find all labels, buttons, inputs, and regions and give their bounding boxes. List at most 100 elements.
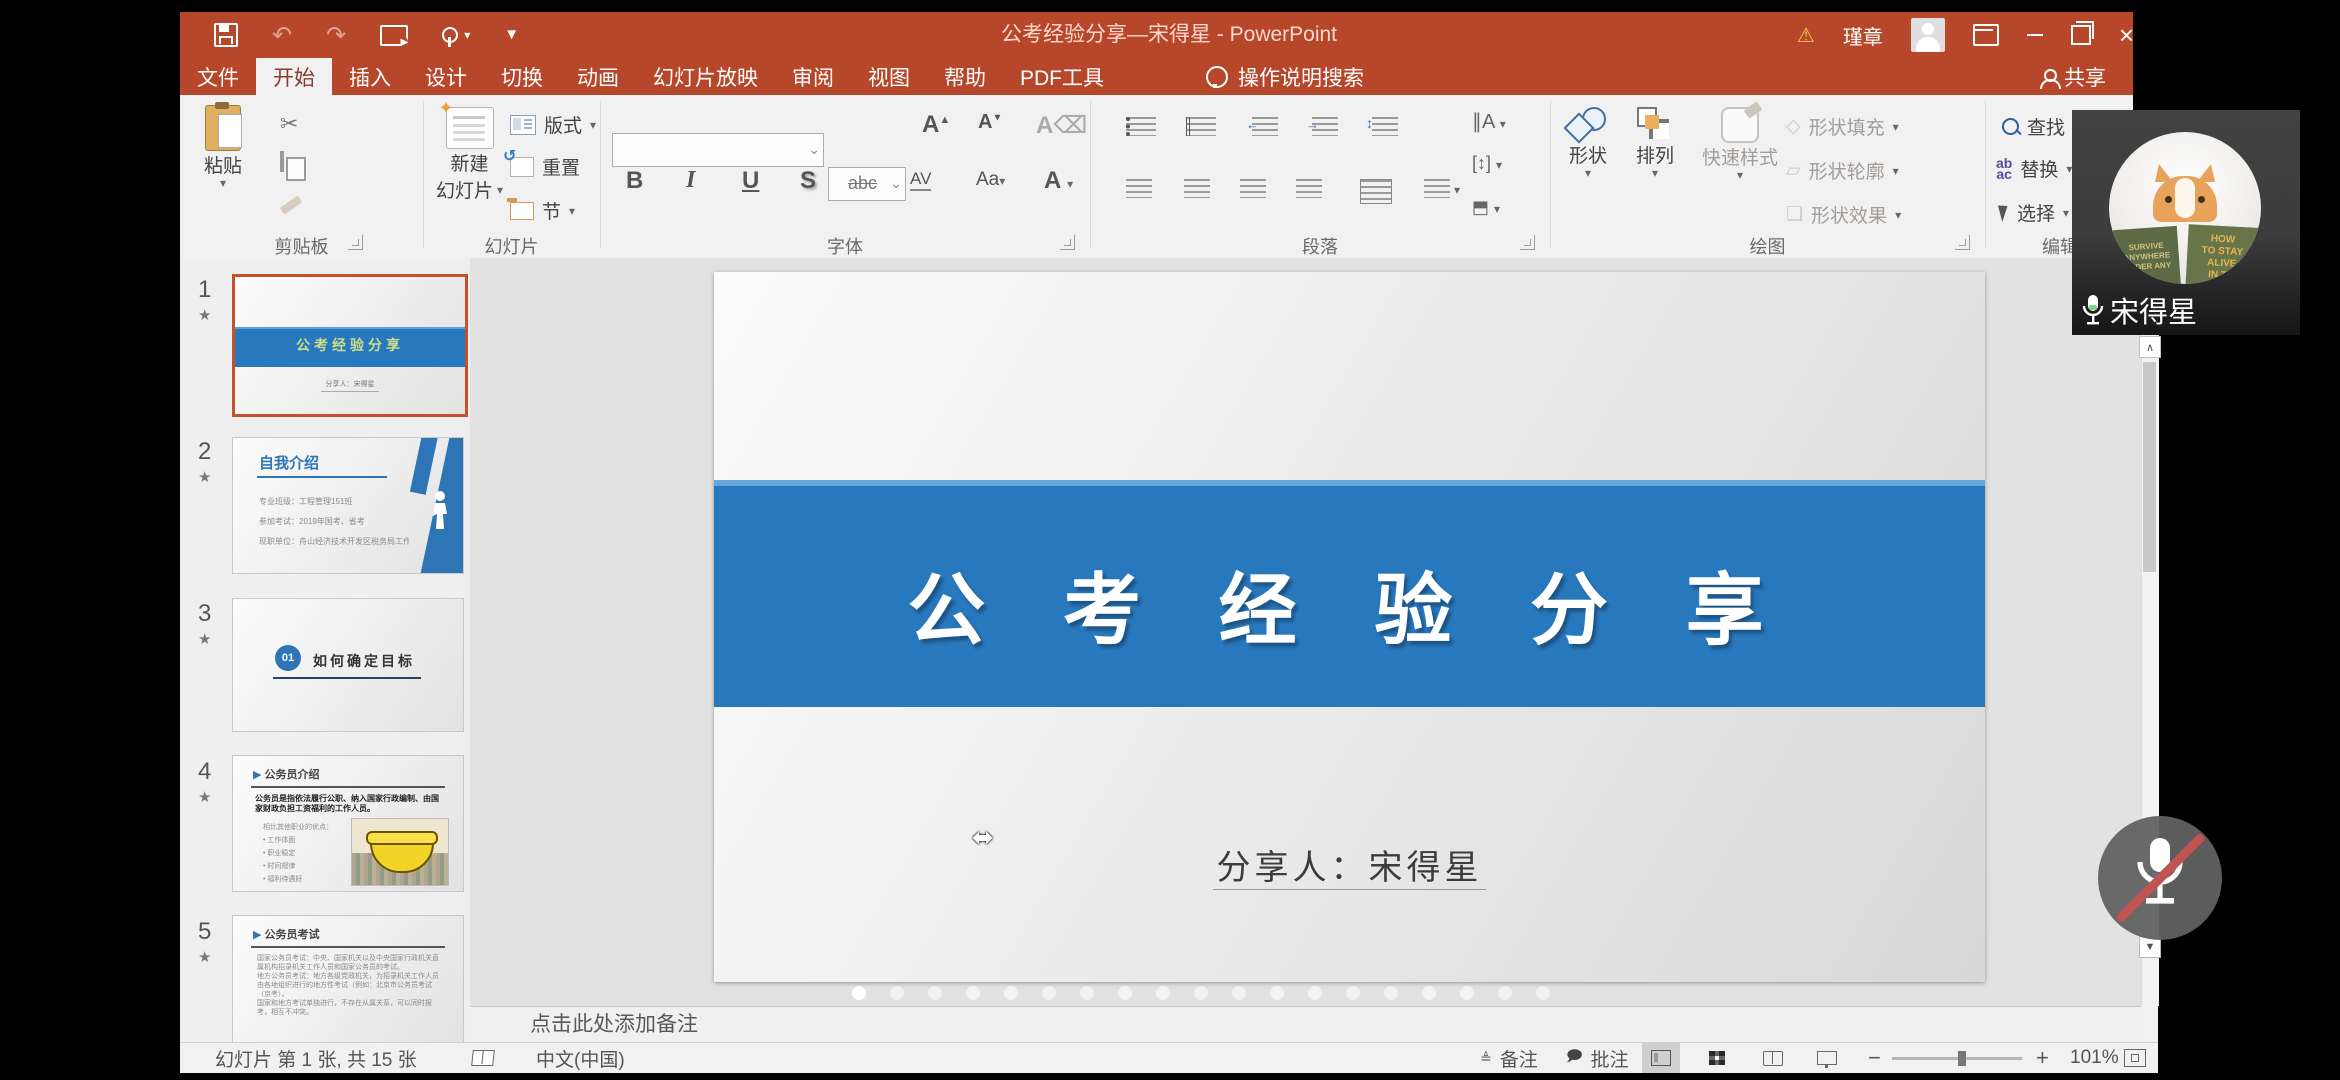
section-button[interactable]: 节▾ bbox=[510, 197, 575, 224]
numbering-icon[interactable] bbox=[1186, 117, 1216, 136]
tab-transitions[interactable]: 切换 bbox=[484, 58, 560, 95]
align-right-icon[interactable] bbox=[1240, 179, 1266, 198]
slide-thumbnail-5[interactable]: ▶ 公务员考试 国家公务员考试：中央、国家机关以及中央国家行政机关直属机构招录机… bbox=[232, 915, 464, 1042]
strikethrough-icon[interactable]: abc bbox=[848, 173, 877, 194]
text-direction-icon[interactable]: ∥A ▾ bbox=[1472, 109, 1506, 134]
align-left-icon[interactable] bbox=[1126, 179, 1152, 198]
grow-font-icon[interactable]: A▲ bbox=[922, 111, 950, 139]
font-name-caret-icon[interactable]: ⌄ bbox=[808, 141, 820, 158]
zoom-slider[interactable] bbox=[1892, 1043, 2022, 1073]
slide-title-text[interactable]: 公 考 经 验 分 享 bbox=[714, 548, 1985, 660]
ribbon-display-options-icon[interactable] bbox=[1973, 24, 1999, 46]
tab-pdf-tools[interactable]: PDF工具 bbox=[1003, 58, 1121, 95]
font-size-caret-icon[interactable]: ⌄ bbox=[890, 175, 902, 192]
bullets-icon[interactable] bbox=[1126, 117, 1156, 136]
slide-thumbnail-4[interactable]: ▶ 公务员介绍 公务员是指依法履行公职、纳入国家行政编制、由国家财政负担工资福利… bbox=[232, 755, 464, 892]
avatar[interactable] bbox=[1911, 18, 1945, 52]
slide-thumbnail-1[interactable]: 公考经验分享 分享人：宋得星 bbox=[232, 274, 468, 417]
tab-file[interactable]: 文件 bbox=[180, 58, 256, 95]
save-icon[interactable] bbox=[214, 23, 238, 47]
normal-view-button[interactable] bbox=[1642, 1043, 1680, 1073]
columns-icon[interactable] bbox=[1424, 179, 1450, 198]
slide-thumbnail-3[interactable]: 01 如何确定目标 bbox=[232, 598, 464, 732]
font-name-combobox[interactable]: ⌄ bbox=[612, 133, 824, 167]
tab-design[interactable]: 设计 bbox=[408, 58, 484, 95]
zoom-slider-thumb[interactable] bbox=[1958, 1051, 1966, 1066]
reset-button[interactable]: 重置 bbox=[510, 153, 580, 180]
slide-counter[interactable]: 幻灯片 第 1 张, 共 15 张 bbox=[215, 1043, 417, 1073]
slide-subtitle-text[interactable]: 分享人：宋得星 bbox=[714, 840, 1985, 889]
drawing-dialog-launcher-icon[interactable] bbox=[1955, 235, 1970, 250]
notes-toggle-button[interactable]: ≜备注 bbox=[1480, 1043, 1538, 1073]
replace-button[interactable]: abac替换▾ bbox=[1996, 155, 2072, 182]
touch-mode-button[interactable]: ▾ bbox=[442, 27, 470, 43]
paragraph-dialog-launcher-icon[interactable] bbox=[1520, 235, 1535, 250]
customize-qat-icon[interactable]: ▼ bbox=[504, 30, 519, 40]
tell-me-search[interactable]: 操作说明搜索 bbox=[1206, 58, 1364, 95]
tab-review[interactable]: 审阅 bbox=[775, 58, 851, 95]
underline-icon[interactable]: U bbox=[742, 167, 759, 195]
zoom-percentage[interactable]: 101% bbox=[2070, 1043, 2119, 1073]
tab-help[interactable]: 帮助 bbox=[927, 58, 1003, 95]
line-spacing-icon[interactable] bbox=[1372, 117, 1398, 136]
shape-fill-button[interactable]: ◇形状填充▾ bbox=[1786, 113, 1899, 140]
reading-view-button[interactable] bbox=[1754, 1043, 1792, 1073]
cut-icon[interactable]: ✂ bbox=[280, 111, 298, 137]
tab-animations[interactable]: 动画 bbox=[560, 58, 636, 95]
font-color-icon[interactable]: A ▾ bbox=[1044, 167, 1073, 195]
shrink-font-icon[interactable]: A▼ bbox=[978, 111, 1002, 134]
font-dialog-launcher-icon[interactable] bbox=[1060, 235, 1075, 250]
shape-effects-button[interactable]: ❏形状效果▾ bbox=[1786, 201, 1901, 228]
shapes-button[interactable]: 形状 ▾ bbox=[1568, 107, 1608, 178]
slide-thumbnail-2[interactable]: 自我介绍 专业班级：工程管理151班参加考试：2019年国考、省考现职单位：舟山… bbox=[232, 437, 464, 574]
select-button[interactable]: 选择▾ bbox=[2000, 199, 2069, 226]
fit-to-window-icon[interactable] bbox=[2124, 1043, 2146, 1073]
align-text-icon[interactable]: [↕] ▾ bbox=[1472, 153, 1502, 174]
meeting-camera-tile[interactable]: SURVIVEANYWHEREUNDER ANY HOWTO STAYALIVE… bbox=[2072, 110, 2300, 335]
shape-outline-button[interactable]: ▱形状轮廓▾ bbox=[1786, 157, 1899, 184]
share-button[interactable]: 共享 bbox=[2040, 58, 2106, 95]
copy-icon[interactable] bbox=[280, 151, 284, 172]
clipboard-dialog-launcher-icon[interactable] bbox=[348, 235, 363, 250]
zoom-out-icon[interactable]: − bbox=[1868, 1043, 1881, 1073]
warning-icon[interactable]: ⚠ bbox=[1797, 23, 1815, 48]
quick-styles-button[interactable]: 快速样式 ▾ bbox=[1702, 107, 1778, 180]
clear-formatting-icon[interactable]: A⌫ bbox=[1036, 111, 1087, 140]
format-painter-icon[interactable] bbox=[280, 195, 303, 214]
tab-insert[interactable]: 插入 bbox=[332, 58, 408, 95]
notes-pane[interactable]: 点击此处添加备注 bbox=[470, 1006, 2141, 1042]
scrollbar-thumb[interactable] bbox=[2143, 362, 2156, 572]
slide-editing-surface[interactable]: 公 考 经 验 分 享 分享人：宋得星 bbox=[714, 272, 1985, 982]
paste-button[interactable]: 粘贴 ▾ bbox=[204, 105, 242, 188]
restore-icon[interactable] bbox=[2071, 25, 2091, 45]
start-slideshow-icon[interactable] bbox=[380, 25, 408, 46]
slide-title-banner[interactable]: 公 考 经 验 分 享 bbox=[714, 480, 1985, 707]
italic-icon[interactable]: I bbox=[686, 167, 695, 194]
undo-icon[interactable]: ↶ bbox=[272, 21, 292, 50]
language-indicator[interactable]: 中文(中国) bbox=[536, 1043, 625, 1073]
zoom-in-icon[interactable]: + bbox=[2036, 1043, 2049, 1073]
character-spacing-icon[interactable]: AV bbox=[910, 169, 931, 191]
mute-microphone-button[interactable] bbox=[2098, 816, 2222, 940]
smartart-icon[interactable]: ⬒ ▾ bbox=[1472, 197, 1500, 218]
find-button[interactable]: 查找 bbox=[2002, 113, 2065, 140]
justify-icon[interactable] bbox=[1296, 179, 1322, 198]
slideshow-view-button[interactable] bbox=[1808, 1043, 1846, 1073]
bold-icon[interactable]: B bbox=[626, 167, 643, 195]
tab-home[interactable]: 开始 bbox=[256, 58, 332, 95]
account-name[interactable]: 瑾章 bbox=[1843, 21, 1883, 50]
spellcheck-icon[interactable] bbox=[472, 1043, 494, 1073]
distribute-icon[interactable] bbox=[1360, 179, 1392, 204]
arrange-button[interactable]: 排列 ▾ bbox=[1636, 107, 1674, 178]
text-shadow-icon[interactable]: S bbox=[800, 167, 816, 195]
slide-sorter-view-button[interactable] bbox=[1698, 1043, 1736, 1073]
tab-view[interactable]: 视图 bbox=[851, 58, 927, 95]
align-center-icon[interactable] bbox=[1184, 179, 1210, 198]
tab-slideshow[interactable]: 幻灯片放映 bbox=[636, 58, 775, 95]
scroll-up-icon[interactable]: ∧ bbox=[2139, 336, 2161, 358]
close-icon[interactable]: × bbox=[2119, 22, 2134, 48]
layout-button[interactable]: 版式▾ bbox=[510, 111, 596, 138]
minimize-icon[interactable] bbox=[2027, 34, 2043, 36]
change-case-icon[interactable]: Aa▾ bbox=[976, 169, 1005, 191]
comments-toggle-button[interactable]: 🗩批注 bbox=[1566, 1043, 1629, 1073]
